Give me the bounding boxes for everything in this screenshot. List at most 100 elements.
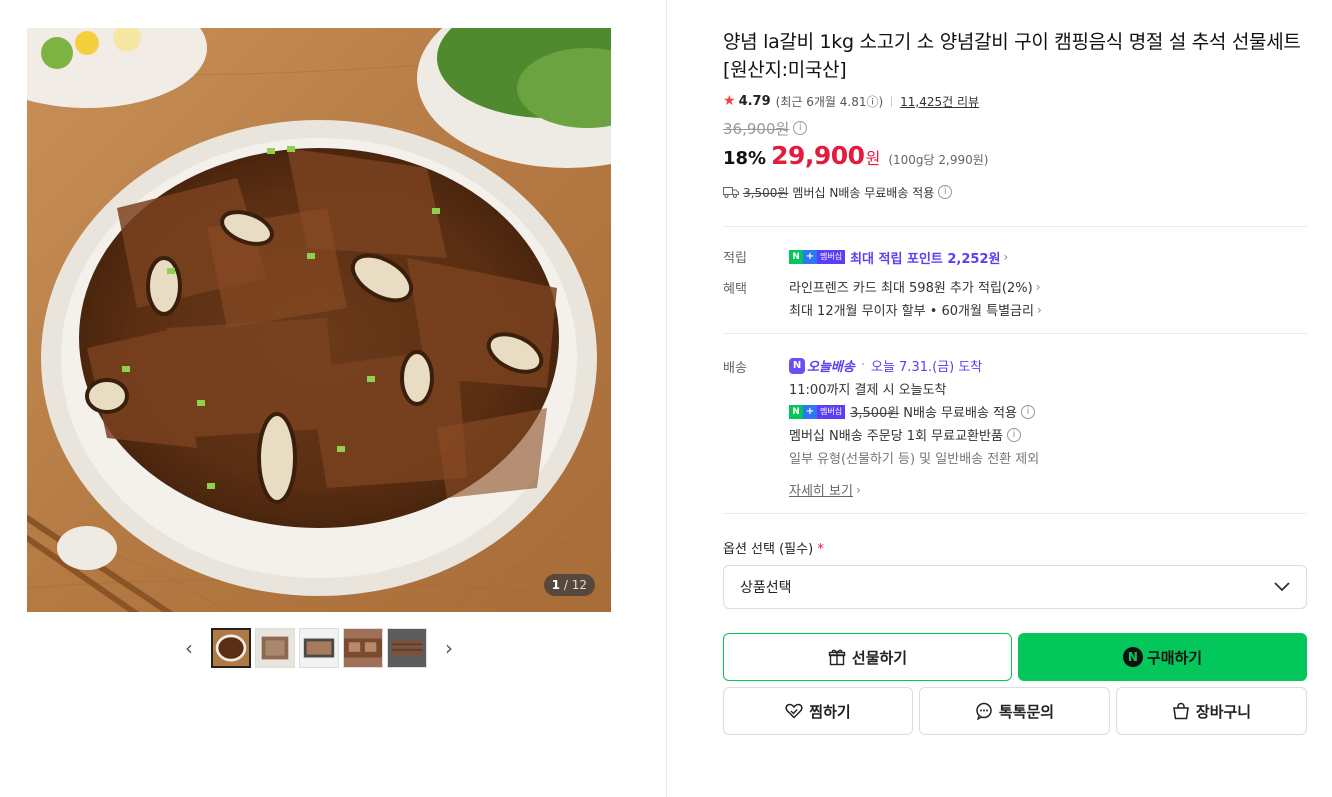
points-line[interactable]: N + 멤버십 최대 적립 포인트 2,252원 › <box>789 247 1307 267</box>
today-delivery-badge: N 오늘배송 <box>789 356 855 375</box>
divider <box>723 513 1307 514</box>
star-icon: ★ <box>723 93 736 109</box>
rating-value: 4.79 <box>738 93 771 109</box>
benefits-section: 혜택 라인프렌즈 카드 최대 598원 추가 적립(2%) › 최대 12개월 … <box>723 275 1307 321</box>
review-count-link[interactable]: 11,425건 리뷰 <box>900 93 979 110</box>
points-label: 적립 <box>723 251 747 266</box>
recent-rating[interactable]: (최근 6개월 4.81ⓘ) <box>776 93 884 110</box>
details-link[interactable]: 자세히 보기 <box>789 480 853 499</box>
thumbnail-1[interactable] <box>211 628 251 668</box>
truck-icon <box>723 187 739 198</box>
image-counter-current: 1 <box>551 578 561 592</box>
image-counter-total: / 12 <box>563 578 587 592</box>
divider <box>723 333 1307 334</box>
product-gallery: 1 / 12 ‹ › <box>27 28 611 668</box>
buy-button-label: 구매하기 <box>1146 648 1203 667</box>
product-info: 양념 la갈비 1kg 소고기 소 양념갈비 구이 캠핑음식 명절 설 추석 선… <box>723 28 1307 735</box>
cart-button[interactable]: 장바구니 <box>1116 687 1307 735</box>
primary-button-row: 선물하기 N 구매하기 <box>723 633 1307 681</box>
talk-inquiry-button-label: 톡톡문의 <box>998 702 1055 721</box>
thumbnail-4[interactable] <box>343 628 383 668</box>
benefit-card-text: 라인프렌즈 카드 최대 598원 추가 적립(2%) <box>789 281 1033 296</box>
free-shipping-text: N배송 무료배송 적용 <box>903 406 1017 421</box>
chevron-right-icon: › <box>445 636 453 660</box>
option-label-text: 옵션 선택 (필수) <box>723 542 814 557</box>
n-badge: N <box>789 250 803 264</box>
delivery-note: 일부 유형(선물하기 등) 및 일반배송 전환 제외 <box>789 452 1040 467</box>
plus-badge: + <box>803 404 817 419</box>
thumbnail-next-button[interactable]: › <box>439 628 459 668</box>
thumbnail-3[interactable] <box>299 628 339 668</box>
image-counter: 1 / 12 <box>543 574 595 596</box>
gift-icon <box>828 648 846 666</box>
exchange-text: 멤버십 N배송 주문당 1회 무료교환반품 <box>789 429 1003 444</box>
membership-badge: N + 멤버십 <box>789 404 846 419</box>
exchange-line: 멤버십 N배송 주문당 1회 무료교환반품 i <box>789 423 1307 446</box>
chevron-left-icon: ‹ <box>185 636 193 660</box>
dot-separator: · <box>860 358 865 373</box>
benefits-label: 혜택 <box>723 282 747 297</box>
cutoff-text: 11:00까지 결제 시 오늘도착 <box>789 383 947 398</box>
delivery-label: 배송 <box>723 361 747 376</box>
wish-button-label: 찜하기 <box>809 702 851 721</box>
price-currency: 원 <box>865 149 881 168</box>
column-divider <box>666 0 667 797</box>
shopping-bag-icon <box>1172 702 1190 720</box>
thumbnail-2[interactable] <box>255 628 295 668</box>
n-badge: N <box>789 404 803 419</box>
info-icon[interactable]: i <box>1006 427 1021 442</box>
max-points-text: 최대 적립 포인트 2,252원 <box>850 251 1001 267</box>
chevron-right-icon: › <box>1036 302 1042 317</box>
option-select[interactable]: 상품선택 <box>723 565 1307 609</box>
sale-price: 29,900 <box>771 141 865 170</box>
shipping-free-text: 멤버십 N배송 무료배송 적용 <box>792 185 935 200</box>
cutoff-line: 11:00까지 결제 시 오늘도착 <box>789 377 1307 400</box>
chevron-right-icon: › <box>1003 250 1009 264</box>
product-title: 양념 la갈비 1kg 소고기 소 양념갈비 구이 캠핑음식 명절 설 추석 선… <box>723 31 1301 81</box>
today-n-icon: N <box>789 357 805 374</box>
info-icon[interactable]: i <box>1020 404 1035 419</box>
today-delivery-badge-label: 오늘배송 <box>807 360 855 375</box>
talk-inquiry-button[interactable]: 톡톡문의 <box>919 687 1110 735</box>
benefit-card-line[interactable]: 라인프렌즈 카드 최대 598원 추가 적립(2%) › <box>789 275 1307 298</box>
divider <box>723 226 1307 227</box>
secondary-button-row: 찜하기 톡톡문의 장바구니 <box>723 687 1307 735</box>
thumbnail-5[interactable] <box>387 628 427 668</box>
option-label: 옵션 선택 (필수) * <box>723 538 1307 557</box>
today-delivery-line: N 오늘배송 · 오늘 7.31.(금) 도착 <box>789 354 1307 377</box>
shipping-row: 3,500원 멤버십 N배송 무료배송 적용 i <box>723 183 1307 201</box>
buy-button[interactable]: N 구매하기 <box>1018 633 1307 681</box>
wish-button[interactable]: 찜하기 <box>723 687 913 735</box>
naver-pay-icon: N <box>1122 647 1143 667</box>
delivery-section: 배송 N 오늘배송 · 오늘 7.31.(금) 도착 11:00까지 결제 시 … <box>723 354 1307 501</box>
chevron-right-icon: › <box>1035 279 1041 294</box>
option-select-value: 상품선택 <box>740 580 792 596</box>
galbi-photo <box>27 28 611 612</box>
chevron-down-icon <box>1274 582 1290 592</box>
member-badge: 멤버십 <box>817 250 846 264</box>
divider <box>891 95 893 107</box>
benefit-installment-text: 최대 12개월 무이자 할부 • 60개월 특별금리 <box>789 304 1034 319</box>
thumbnail-strip: ‹ › <box>27 628 611 668</box>
plus-badge: + <box>803 250 817 264</box>
membership-badge: N + 멤버십 <box>789 250 846 264</box>
heart-icon <box>785 703 803 719</box>
gift-button-label: 선물하기 <box>851 648 908 667</box>
member-badge: 멤버십 <box>817 404 846 419</box>
delivery-note-line: 일부 유형(선물하기 등) 및 일반배송 전환 제외 <box>789 446 1307 469</box>
info-icon[interactable]: i <box>938 185 953 199</box>
original-price: 36,900원 <box>723 119 790 138</box>
discount-rate: 18% <box>723 148 767 169</box>
info-icon[interactable]: i <box>793 121 808 135</box>
required-mark: * <box>817 542 824 557</box>
free-shipping-line: N + 멤버십 3,500원 N배송 무료배송 적용 i <box>789 400 1307 423</box>
thumbnail-prev-button[interactable]: ‹ <box>179 628 199 668</box>
shipping-fee-strike: 3,500원 <box>850 406 900 421</box>
main-product-image[interactable]: 1 / 12 <box>27 28 611 612</box>
chevron-right-icon: › <box>855 482 861 497</box>
original-price-row: 36,900원 i <box>723 117 1307 139</box>
benefit-installment-line[interactable]: 최대 12개월 무이자 할부 • 60개월 특별금리 › <box>789 298 1307 321</box>
shipping-fee-strike: 3,500원 <box>743 185 789 200</box>
details-link-line[interactable]: 자세히 보기 › <box>789 478 1307 501</box>
gift-button[interactable]: 선물하기 <box>723 633 1012 681</box>
